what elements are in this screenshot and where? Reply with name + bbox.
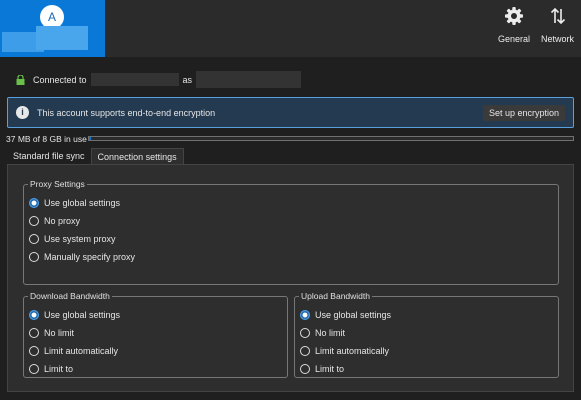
proxy-option-no-proxy[interactable]: No proxy <box>29 216 80 226</box>
account-header[interactable]: A <box>0 0 105 57</box>
download-option-limit-to[interactable]: Limit to <box>29 364 73 374</box>
upload-option-limit-to[interactable]: Limit to <box>300 364 344 374</box>
connection-status: Connected to as <box>16 71 302 88</box>
proxy-settings-legend: Proxy Settings <box>28 179 87 189</box>
proxy-option-global[interactable]: Use global settings <box>29 198 120 208</box>
option-label: Limit to <box>315 364 345 374</box>
server-redacted <box>90 73 179 86</box>
tab-standard-file-sync[interactable]: Standard file sync <box>7 148 91 165</box>
option-label: No proxy <box>44 216 81 226</box>
user-redacted <box>196 71 302 88</box>
proxy-option-manual[interactable]: Manually specify proxy <box>29 252 135 262</box>
download-bandwidth-group: Download Bandwidth Use global settings N… <box>23 291 288 378</box>
option-label: Manually specify proxy <box>44 252 136 262</box>
option-label: Use system proxy <box>44 234 116 244</box>
tab-bar: Standard file sync Connection settings <box>7 148 184 165</box>
upload-bandwidth-legend: Upload Bandwidth <box>299 291 372 301</box>
radio-icon[interactable] <box>300 328 310 338</box>
option-label: Use global settings <box>44 198 121 208</box>
option-label: No limit <box>315 328 346 338</box>
top-bar: A General Network <box>0 0 581 57</box>
usage-bar-fill <box>89 137 92 140</box>
radio-icon[interactable] <box>29 310 39 320</box>
radio-icon[interactable] <box>29 252 39 262</box>
option-label: Use global settings <box>315 310 392 320</box>
option-label: No limit <box>44 328 75 338</box>
network-button[interactable]: Network <box>541 6 574 44</box>
connected-to-label: Connected to <box>33 74 87 85</box>
upload-option-auto[interactable]: Limit automatically <box>300 346 389 356</box>
proxy-option-system[interactable]: Use system proxy <box>29 234 116 244</box>
radio-icon[interactable] <box>29 234 39 244</box>
proxy-settings-group: Proxy Settings Use global settings No pr… <box>23 179 559 285</box>
network-arrows-icon <box>550 7 565 25</box>
tab-connection-settings[interactable]: Connection settings <box>90 148 184 165</box>
radio-icon[interactable] <box>29 364 39 374</box>
usage-text: 37 MB of 8 GB in use <box>6 134 87 144</box>
download-option-no-limit[interactable]: No limit <box>29 328 74 338</box>
option-label: Limit to <box>44 364 74 374</box>
upload-option-global[interactable]: Use global settings <box>300 310 391 320</box>
download-bandwidth-legend: Download Bandwidth <box>28 291 112 301</box>
info-icon: i <box>16 106 29 119</box>
option-label: Use global settings <box>44 310 121 320</box>
radio-icon[interactable] <box>29 346 39 356</box>
download-option-auto[interactable]: Limit automatically <box>29 346 118 356</box>
option-label: Limit automatically <box>44 346 119 356</box>
account-email-redacted <box>36 26 88 50</box>
as-label: as <box>182 74 193 85</box>
upload-bandwidth-group: Upload Bandwidth Use global settings No … <box>294 291 559 378</box>
network-label: Network <box>541 34 575 44</box>
set-up-encryption-button[interactable]: Set up encryption <box>482 105 565 121</box>
encryption-banner: i This account supports end-to-end encry… <box>7 97 574 128</box>
radio-icon[interactable] <box>300 310 310 320</box>
radio-icon[interactable] <box>300 364 310 374</box>
general-label: General <box>498 34 531 44</box>
lock-icon <box>16 74 25 85</box>
radio-icon[interactable] <box>29 216 39 226</box>
banner-text: This account supports end-to-end encrypt… <box>37 107 216 118</box>
connection-settings-panel: Proxy Settings Use global settings No pr… <box>7 164 574 392</box>
radio-icon[interactable] <box>29 328 39 338</box>
option-label: Limit automatically <box>315 346 390 356</box>
radio-icon[interactable] <box>300 346 310 356</box>
usage-bar <box>88 136 574 141</box>
gear-icon <box>505 7 524 25</box>
upload-option-no-limit[interactable]: No limit <box>300 328 345 338</box>
download-option-global[interactable]: Use global settings <box>29 310 120 320</box>
general-button[interactable]: General <box>498 6 530 44</box>
radio-icon[interactable] <box>29 198 39 208</box>
